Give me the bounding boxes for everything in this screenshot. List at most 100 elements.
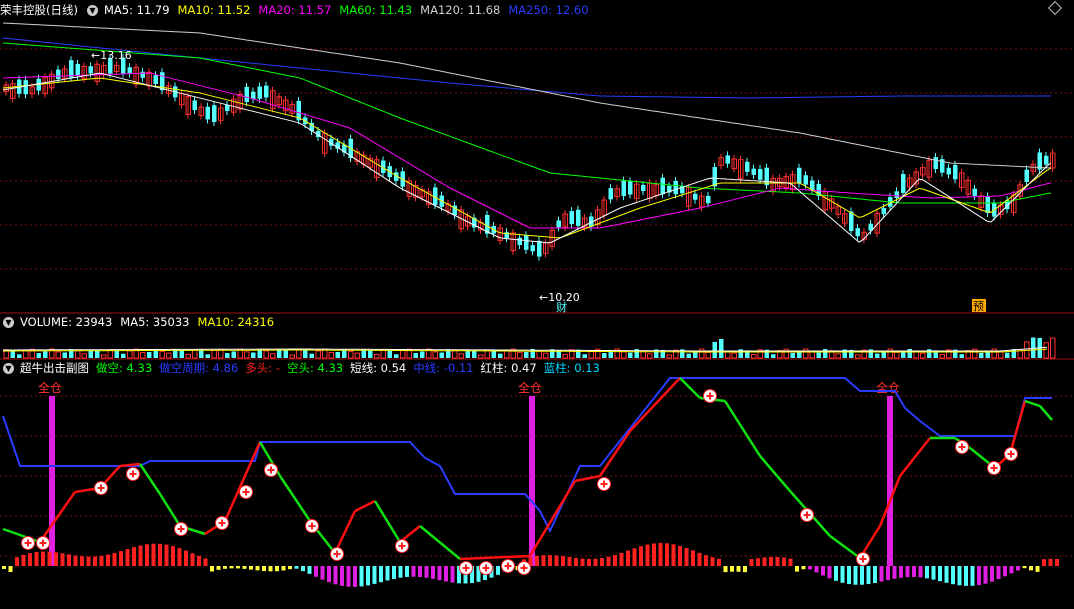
indicator-segment [38,491,77,543]
candle [985,196,990,214]
histogram-bar [275,566,279,572]
histogram-bar [424,566,429,578]
volume-bar [211,349,217,359]
collapse-icon[interactable]: ▼ [86,4,98,16]
histogram-bar [288,566,292,570]
volume-bar [517,351,523,359]
volume-bar [939,354,945,359]
volume-chart[interactable] [0,330,1074,360]
indicator-segment [1024,399,1041,408]
volume-bar [309,353,314,358]
histogram-bar [801,566,806,570]
candle [693,193,698,200]
indicator-legend-item-6: 中线: -0.11 [413,361,474,375]
volume-bar [270,353,276,359]
candle [901,174,906,193]
indicator-segment [759,455,791,492]
histogram-bar [879,566,884,582]
histogram-bar [171,546,175,566]
candle [621,180,626,197]
histogram-bar [327,566,331,583]
indicator-legend-item-8: 蓝柱: 0.13 [543,361,600,375]
volume-bar [400,349,406,359]
volume-bar [354,352,360,359]
candle [244,86,249,103]
volume-bar [478,354,484,359]
histogram-bar [119,551,123,566]
histogram-bar [496,566,500,575]
plus-signal-icon [305,519,319,533]
histogram-bar [827,566,832,579]
histogram-bar [931,566,936,580]
volume-bar [380,349,386,359]
volume-bar [374,353,380,359]
plus-signal-icon [517,561,531,575]
volume-bar [127,350,133,359]
candle [517,237,522,246]
candle [569,211,574,225]
plus-signal-icon [174,522,188,536]
histogram-bar [431,566,435,579]
ma5-line [2,72,1052,244]
indicator-segment [528,480,577,557]
volume-bar [36,353,41,358]
histogram-bar [437,566,442,581]
candle [660,177,665,195]
volume-bar [179,350,184,358]
diamond-icon[interactable] [1047,0,1063,16]
volume-bar [751,353,757,359]
volume-bar [75,350,81,359]
candle [537,240,542,257]
volume-bar [543,352,549,359]
volume-bar [225,353,230,358]
histogram-bar [372,566,377,584]
short-cycle-line [2,377,1052,534]
histogram-bar [645,544,650,566]
histogram-bar [756,558,760,566]
volume-bar [420,351,425,358]
volume-bar [55,351,61,359]
histogram-bar [1035,566,1040,572]
volume-collapse-icon[interactable]: ▼ [3,316,14,328]
candle [556,220,561,228]
volume-bar [712,342,717,358]
indicator-header: ▼ 超牛出击副图 做空: 4.33 做空周期: 4.86 多头: - 空头: 4.33 短… [0,359,600,377]
histogram-bar [262,566,266,572]
histogram-bar [944,566,949,583]
histogram-bar [190,553,195,566]
volume-bar [205,354,210,358]
volume-bar [705,351,711,359]
volume-bar [303,349,308,358]
stock-title[interactable]: 荣丰控股(日线) [0,2,78,18]
ma-legend-item-5: MA250: 12.60 [508,3,589,17]
plus-signal-icon [215,516,229,530]
indicator-segment [354,499,376,513]
histogram-bar [853,566,858,585]
volume-bar [823,349,828,358]
volume-bar [907,349,912,358]
histogram-bar [216,566,221,570]
candle [56,69,61,79]
indicator-legend-item-1: 做空: 4.33 [96,361,153,375]
candle [706,195,711,204]
indicator-collapse-icon[interactable]: ▼ [3,362,14,374]
candle [264,85,269,98]
histogram-bar [203,558,208,566]
histogram-bar [34,552,39,566]
candle [212,105,217,122]
volume-bar [582,354,587,358]
candle [88,66,93,74]
volume-bar [17,354,22,358]
indicator-chart[interactable]: 全仓 全仓 全仓 [0,376,1074,609]
indicator-segment [574,474,601,483]
histogram-bar [892,566,897,579]
volume-legend-item-0: VOLUME: 23943 [20,315,113,329]
price-chart[interactable]: ←13.16 ←10.20 财预 [0,18,1074,314]
histogram-bar [808,566,812,570]
histogram-bar [132,547,136,566]
volume-bar [185,353,191,359]
histogram-bar [444,566,448,582]
histogram-bar [307,566,312,574]
volume-bar [244,351,250,359]
histogram-bar [418,566,422,577]
